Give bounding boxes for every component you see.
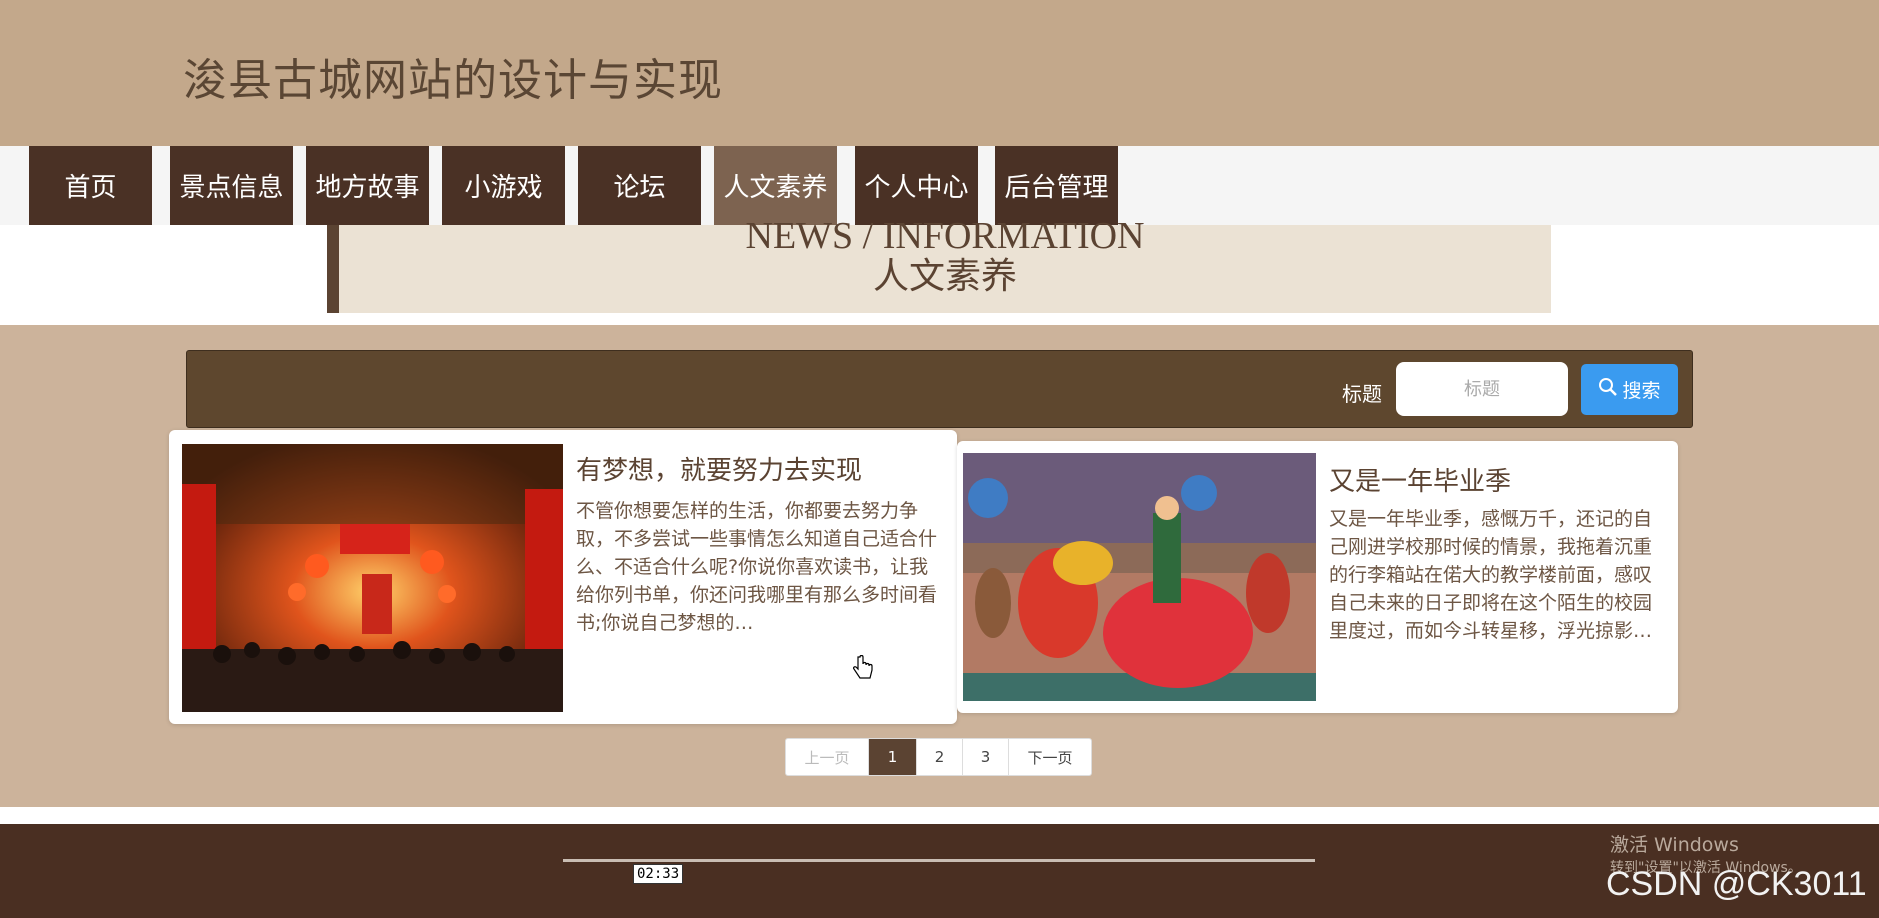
article-excerpt: 不管你想要怎样的生活，你都要去努力争取，不多尝试一些事情怎么知道自己适合什么、不… <box>576 500 938 634</box>
nav-item-games[interactable]: 小游戏 <box>442 146 565 225</box>
search-icon <box>1598 377 1618 402</box>
search-label: 标题 <box>1342 382 1382 406</box>
page-button-3[interactable]: 3 <box>963 739 1009 775</box>
banner-title: 人文素养 <box>872 256 1017 297</box>
nav-item-home[interactable]: 首页 <box>29 146 152 225</box>
search-button[interactable]: 搜索 <box>1581 364 1678 415</box>
nav-item-attractions[interactable]: 景点信息 <box>170 146 293 225</box>
video-progress-bar[interactable] <box>563 859 1315 862</box>
site-footer <box>0 824 1879 918</box>
nav-item-humanities[interactable]: 人文素养 <box>714 146 837 225</box>
site-title: 浚县古城网站的设计与实现 <box>183 55 723 106</box>
article-excerpt: 又是一年毕业季，感慨万千，还记的自己刚进学校那时候的情景，我拖着沉重的行李箱站在… <box>1329 508 1653 642</box>
red-lantern-street-photo <box>182 444 563 712</box>
search-input[interactable] <box>1396 362 1568 416</box>
page-button-2[interactable]: 2 <box>917 739 963 775</box>
site-header: 浚县古城网站的设计与实现 <box>0 0 1879 146</box>
time-tooltip: 02:33 <box>633 864 684 884</box>
banner-subtitle: NEWS / INFORMATION <box>745 215 1145 257</box>
csdn-watermark: CSDN @CK3011 <box>1606 865 1867 903</box>
folk-dance-performance-photo <box>963 453 1316 701</box>
nav-item-admin[interactable]: 后台管理 <box>995 146 1118 225</box>
nav-item-personal-center[interactable]: 个人中心 <box>855 146 978 225</box>
hand-cursor-icon <box>852 654 874 685</box>
footer-gap <box>0 807 1879 824</box>
prev-page-button[interactable]: 上一页 <box>786 739 869 775</box>
windows-activation-title: 激活 Windows <box>1610 834 1739 856</box>
article-card[interactable]: 又是一年毕业季 又是一年毕业季，感慨万千，还记的自己刚进学校那时候的情景，我拖着… <box>957 441 1678 713</box>
pagination: 上一页 1 2 3 下一页 <box>785 738 1092 776</box>
nav-item-forum[interactable]: 论坛 <box>578 146 701 225</box>
article-card[interactable]: 有梦想，就要努力去实现 不管你想要怎样的生活，你都要去努力争取，不多尝试一些事情… <box>169 430 957 724</box>
nav-item-local-stories[interactable]: 地方故事 <box>306 146 429 225</box>
section-banner: NEWS / INFORMATION 人文素养 <box>327 217 1551 313</box>
page-button-1[interactable]: 1 <box>869 739 917 775</box>
next-page-button[interactable]: 下一页 <box>1009 739 1091 775</box>
article-title[interactable]: 有梦想，就要努力去实现 <box>576 450 862 487</box>
article-title[interactable]: 又是一年毕业季 <box>1329 461 1511 498</box>
search-button-label: 搜索 <box>1622 380 1661 402</box>
